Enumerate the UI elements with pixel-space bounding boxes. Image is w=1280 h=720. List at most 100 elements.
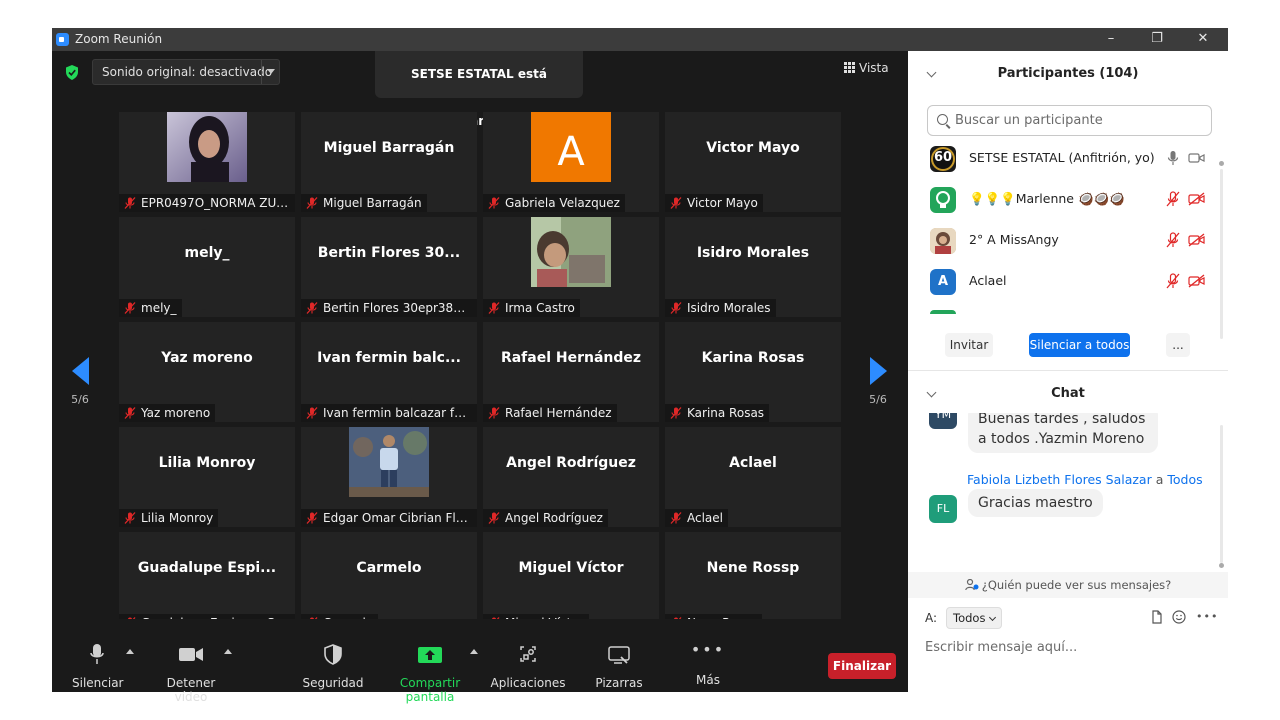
participant-row[interactable]: A Aclael	[908, 261, 1218, 302]
chat-recipient[interactable]: Todos	[1167, 472, 1202, 487]
participant-name-tag-label: Victor Mayo	[687, 196, 758, 210]
video-camera-icon[interactable]	[1188, 151, 1205, 165]
minimize-button[interactable]: –	[1088, 28, 1134, 51]
participant-name-tag: Gabriela Velazquez	[483, 194, 625, 212]
video-off-icon[interactable]	[1188, 233, 1205, 247]
muted-mic-icon[interactable]	[1166, 273, 1180, 289]
close-button[interactable]: ✕	[1180, 28, 1226, 51]
participant-photo	[349, 427, 429, 497]
muted-mic-icon	[124, 197, 136, 209]
participant-tile[interactable]: Victor Mayo Victor Mayo	[665, 112, 841, 212]
participant-name-tag: Isidro Morales	[665, 299, 776, 317]
participant-name-tag: Irma Castro	[483, 299, 580, 317]
participant-display-name: Miguel Víctor	[518, 560, 624, 576]
recipient-select[interactable]: Todos	[946, 607, 1003, 629]
page-indicator: 5/6	[869, 393, 887, 406]
participant-tile[interactable]: EPR0497O_NORMA ZUZ...	[119, 112, 295, 212]
encryption-shield-icon[interactable]	[65, 65, 79, 80]
participant-display-name: Victor Mayo	[706, 140, 800, 156]
arrow-right-icon	[869, 357, 887, 385]
chat-scrollbar[interactable]	[1219, 425, 1224, 571]
to-label: A:	[925, 611, 938, 625]
participants-scrollbar[interactable]	[1219, 161, 1224, 339]
participant-tile[interactable]: Bertin Flores 30... Bertin Flores 30epr38…	[301, 217, 477, 317]
maximize-button[interactable]: ❐	[1134, 28, 1180, 51]
original-sound-toggle[interactable]: Sonido original: desactivado	[92, 59, 280, 85]
participant-row[interactable]: 2° A MissAngy	[908, 220, 1218, 261]
view-button[interactable]: Vista	[844, 61, 889, 75]
chevron-down-icon[interactable]	[267, 69, 275, 74]
participant-tile[interactable]: Lilia Monroy Lilia Monroy	[119, 427, 295, 527]
chat-avatar: FL	[929, 495, 957, 523]
next-page-button[interactable]: 5/6	[863, 357, 893, 406]
chat-message-bubble[interactable]: Buenas tardes , saludos a todos .Yazmin …	[968, 413, 1158, 453]
participant-tile[interactable]: Karina Rosas Karina Rosas	[665, 322, 841, 422]
participant-avatar	[930, 187, 956, 213]
participant-tile[interactable]: Ivan fermin balc... Ivan fermin balcazar …	[301, 322, 477, 422]
arrow-left-icon	[71, 357, 89, 385]
muted-mic-icon	[488, 407, 500, 419]
file-icon[interactable]	[1150, 610, 1164, 624]
more-button[interactable]: ••• Más	[688, 642, 728, 688]
participant-tile[interactable]: Miguel Barragán Miguel Barragán	[301, 112, 477, 212]
participant-tile[interactable]: Nene RosspNene Rossp	[665, 532, 841, 632]
chat-message-bubble[interactable]: Gracias maestro	[968, 489, 1103, 517]
participant-name-tag: Bertin Flores 30epr3807w	[301, 299, 477, 317]
participant-letter-avatar: A	[531, 112, 611, 182]
participant-display-name: Rafael Hernández	[500, 350, 642, 366]
chat-compose-input[interactable]: Escribir mensaje aquí...	[925, 640, 1077, 655]
participant-row[interactable]: 💡💡💡Marlenne 🥥🥥🥥	[908, 179, 1218, 220]
participant-avatar	[930, 228, 956, 254]
participant-tile[interactable]: Edgar Omar Cibrian Flo...	[301, 427, 477, 527]
whiteboard-icon	[608, 646, 630, 664]
stop-video-button[interactable]: Detener vídeo	[150, 643, 232, 704]
muted-mic-icon	[670, 407, 682, 419]
participant-tile[interactable]: Angel Rodríguez Angel Rodríguez	[483, 427, 659, 527]
participant-name-tag-label: Irma Castro	[505, 301, 575, 315]
muted-mic-icon	[670, 197, 682, 209]
muted-mic-icon[interactable]	[1166, 232, 1180, 248]
muted-mic-icon[interactable]	[1166, 191, 1180, 207]
participant-tile[interactable]: Yaz moreno Yaz moreno	[119, 322, 295, 422]
participant-tile[interactable]: Miguel VíctorMiguel Víctor	[483, 532, 659, 632]
video-off-icon[interactable]	[1188, 274, 1205, 288]
participant-tile[interactable]: CarmeloCarmelo	[301, 532, 477, 632]
end-meeting-button[interactable]: Finalizar	[828, 653, 896, 679]
participant-tile[interactable]: Guadalupe Espi...Guadalupe Espinoza Sá..…	[119, 532, 295, 632]
share-options-caret-icon[interactable]	[470, 649, 478, 654]
title-bar: Zoom Reunión – ❐ ✕	[52, 28, 1228, 51]
participant-row-partial[interactable]	[930, 310, 956, 314]
chat-sender-name[interactable]: Fabiola Lizbeth Flores Salazar	[967, 472, 1152, 487]
previous-page-button[interactable]: 5/6	[65, 357, 95, 406]
mute-all-button[interactable]: Silenciar a todos	[1029, 333, 1130, 357]
participant-search-input[interactable]: Buscar un participante	[927, 105, 1212, 136]
participant-tile[interactable]: A Gabriela Velazquez	[483, 112, 659, 212]
who-can-see-messages-link[interactable]: ¿Quién puede ver sus mensajes?	[908, 572, 1228, 598]
participant-name-tag-label: Gabriela Velazquez	[505, 196, 620, 210]
chat-messages: YM Buenas tardes , saludos a todos .Yazm…	[908, 413, 1218, 571]
participant-display-name: Nene Rossp	[706, 560, 800, 576]
apps-button[interactable]: Aplicaciones	[490, 643, 566, 690]
video-off-icon[interactable]	[1188, 192, 1205, 206]
participant-name-tag-label: Lilia Monroy	[141, 511, 214, 525]
audio-options-caret-icon[interactable]	[126, 649, 134, 654]
participant-tile[interactable]: Isidro Morales Isidro Morales	[665, 217, 841, 317]
emoji-icon[interactable]	[1172, 610, 1186, 624]
participants-more-button[interactable]: ...	[1166, 333, 1190, 357]
participant-tile[interactable]: Irma Castro	[483, 217, 659, 317]
mute-button[interactable]: Silenciar	[72, 643, 124, 690]
apps-label: Aplicaciones	[490, 676, 566, 690]
chat-more-icon[interactable]: •••	[1196, 610, 1217, 624]
whiteboards-button[interactable]: Pizarras	[590, 643, 648, 690]
security-button[interactable]: Seguridad	[302, 643, 364, 690]
invite-button[interactable]: Invitar	[945, 333, 993, 357]
participant-name: 2° A MissAngy	[969, 232, 1059, 247]
participant-tile[interactable]: Rafael Hernández Rafael Hernández	[483, 322, 659, 422]
participant-tile[interactable]: Aclael Aclael	[665, 427, 841, 527]
share-screen-button[interactable]: Compartir pantalla	[378, 643, 482, 704]
microphone-icon[interactable]	[1166, 150, 1180, 166]
participant-tile[interactable]: mely_ mely_	[119, 217, 295, 317]
video-options-caret-icon[interactable]	[224, 649, 232, 654]
participant-row[interactable]: 60 SETSE ESTATAL (Anfitrión, yo)	[908, 138, 1218, 179]
stop-video-label: Detener vídeo	[166, 676, 216, 704]
